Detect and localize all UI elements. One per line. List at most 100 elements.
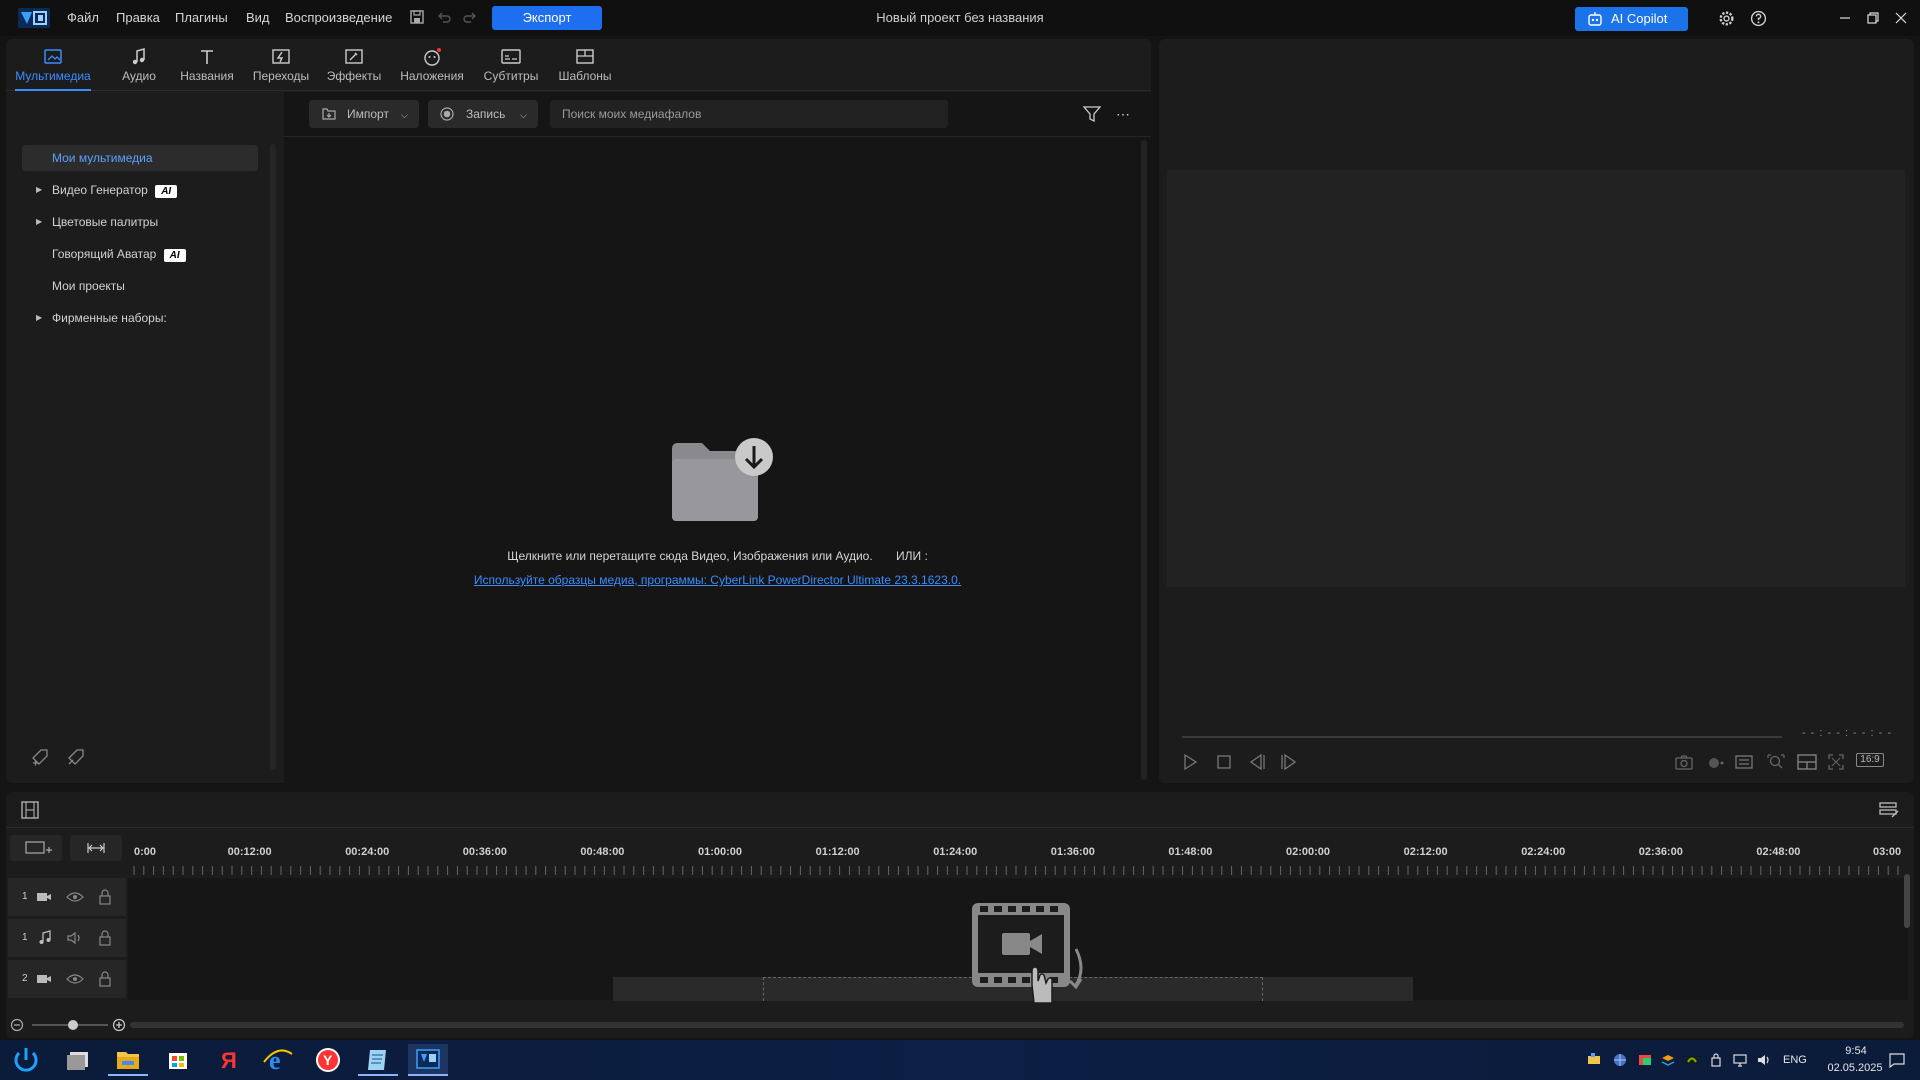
- media-library-area[interactable]: Импорт ⌵ Запись ⌵ Поиск моих медиафалов …: [284, 92, 1151, 783]
- expand-arrow-icon[interactable]: ▶: [36, 209, 42, 235]
- close-icon[interactable]: [1894, 11, 1908, 25]
- sidebar-item-brand-kits[interactable]: ▶ Фирменные наборы:: [22, 305, 258, 331]
- video-camera-icon: [36, 972, 52, 986]
- notepad-icon[interactable]: [358, 1044, 398, 1076]
- input-language[interactable]: ENG: [1783, 1054, 1807, 1066]
- sidebar-item-label: Цветовые палитры: [52, 215, 159, 229]
- sidebar-item-talking-avatar[interactable]: Говорящий Аватар AI: [22, 241, 258, 267]
- filter-icon[interactable]: [1082, 105, 1102, 123]
- lock-icon[interactable]: [98, 930, 112, 946]
- ruler-time-label: 01:00:00: [698, 846, 743, 858]
- menu-file[interactable]: Файл: [67, 10, 99, 25]
- sidebar-item-my-projects[interactable]: Мои проекты: [22, 273, 258, 299]
- tray-nvidia-icon[interactable]: [1684, 1052, 1700, 1068]
- tray-security-icon[interactable]: [1708, 1052, 1724, 1068]
- restore-icon[interactable]: [1866, 11, 1880, 25]
- store-icon[interactable]: [158, 1044, 198, 1076]
- menu-playback[interactable]: Воспроизведение: [285, 10, 392, 25]
- eye-visibility-icon[interactable]: [66, 972, 84, 986]
- tray-stack-icon[interactable]: [1660, 1052, 1676, 1068]
- lock-icon[interactable]: [98, 889, 112, 905]
- menu-plugins[interactable]: Плагины: [175, 10, 228, 25]
- tab-titles[interactable]: Названия: [167, 45, 247, 89]
- next-frame-icon[interactable]: [1279, 753, 1299, 771]
- layout-split-icon[interactable]: [1796, 753, 1818, 771]
- record-button[interactable]: Запись ⌵: [428, 100, 538, 128]
- tab-overlays[interactable]: Наложения: [392, 45, 472, 89]
- tab-multimedia[interactable]: Мультимедиа: [11, 45, 95, 91]
- export-button[interactable]: Экспорт: [492, 6, 602, 30]
- expand-arrow-icon[interactable]: ▶: [36, 177, 42, 203]
- add-tag-icon[interactable]: [30, 747, 52, 767]
- track-header-video-1[interactable]: 1: [8, 878, 126, 916]
- tray-network-globe-icon[interactable]: [1612, 1052, 1628, 1068]
- tab-templates[interactable]: Шаблоны: [545, 45, 625, 89]
- tray-volume-icon[interactable]: [1756, 1052, 1772, 1068]
- ruler-time-label: 01:36:00: [1050, 846, 1095, 858]
- media-scrollbar[interactable]: [1141, 140, 1147, 780]
- speaker-icon[interactable]: [66, 931, 84, 945]
- sample-media-link[interactable]: Используйте образцы медиа, программы: Cy…: [284, 573, 1151, 587]
- import-button[interactable]: Импорт ⌵: [309, 100, 419, 128]
- zoom-slider-thumb[interactable]: [68, 1020, 78, 1030]
- settings-gear-icon[interactable]: [1718, 10, 1735, 27]
- timeline-ruler[interactable]: 0:00 00:12:00 00:24:00 00:36:00 00:48:00 01:0…: [128, 792, 1908, 876]
- play-icon[interactable]: [1181, 753, 1199, 771]
- notifications-icon[interactable]: [1888, 1052, 1906, 1068]
- lock-icon[interactable]: [98, 971, 112, 987]
- save-icon[interactable]: [409, 9, 425, 25]
- quality-settings-icon[interactable]: [1734, 753, 1754, 771]
- sidebar-item-video-generator[interactable]: ▶ Видео Генератор AI: [22, 177, 258, 203]
- timeline-vertical-scrollbar[interactable]: [1904, 874, 1910, 928]
- yandex-browser-icon[interactable]: Y: [308, 1044, 348, 1076]
- edit-tag-icon[interactable]: [66, 747, 88, 767]
- fit-timeline-button[interactable]: [70, 835, 122, 861]
- menu-edit[interactable]: Правка: [116, 10, 160, 25]
- stop-icon[interactable]: [1215, 753, 1233, 771]
- powerdirector-taskbar-icon[interactable]: [408, 1044, 448, 1076]
- tab-transitions[interactable]: Переходы: [241, 45, 321, 89]
- zoom-in-icon[interactable]: [112, 1018, 126, 1032]
- app-logo-icon: [18, 8, 50, 28]
- fullscreen-icon[interactable]: [1827, 753, 1845, 771]
- yandex-icon[interactable]: Я: [208, 1044, 248, 1076]
- zoom-out-icon[interactable]: [10, 1018, 24, 1032]
- ai-copilot-button[interactable]: AI Copilot: [1575, 7, 1688, 31]
- tab-effects[interactable]: Эффекты: [314, 45, 394, 89]
- redo-icon[interactable]: [462, 9, 478, 25]
- previous-frame-icon[interactable]: [1247, 753, 1267, 771]
- undo-icon[interactable]: [436, 9, 452, 25]
- tray-monitor-icon[interactable]: [1732, 1052, 1748, 1068]
- more-options-icon[interactable]: ⋯: [1116, 106, 1131, 123]
- clock-time[interactable]: 9:54: [1836, 1045, 1876, 1057]
- preview-screen[interactable]: [1167, 170, 1905, 587]
- sidebar-item-color-palettes[interactable]: ▶ Цветовые палитры: [22, 209, 258, 235]
- track-header-video-2[interactable]: 2: [8, 960, 126, 998]
- task-view-icon[interactable]: [58, 1044, 98, 1076]
- minimize-icon[interactable]: [1838, 11, 1852, 25]
- folder-download-icon[interactable]: [666, 435, 778, 525]
- add-track-button[interactable]: [10, 835, 62, 861]
- search-media-input[interactable]: Поиск моих медиафалов: [550, 100, 948, 128]
- zoom-fit-icon[interactable]: [1766, 753, 1786, 771]
- volume-knob-icon[interactable]: [1706, 753, 1726, 771]
- file-explorer-icon[interactable]: [108, 1044, 148, 1076]
- tab-subtitles[interactable]: Субтитры: [471, 45, 551, 89]
- track-header-audio-1[interactable]: 1: [8, 919, 126, 957]
- tray-speechbubble-icon[interactable]: [1586, 1052, 1602, 1068]
- clock-date[interactable]: 02.05.2025: [1818, 1062, 1892, 1074]
- snapshot-camera-icon[interactable]: [1674, 753, 1694, 771]
- timeline-storyboard-toggle-icon[interactable]: [20, 800, 40, 820]
- eye-visibility-icon[interactable]: [66, 890, 84, 904]
- tray-app-icon[interactable]: [1637, 1052, 1653, 1068]
- timeline-horizontal-scrollbar[interactable]: [130, 1022, 1904, 1028]
- playback-progress-bar[interactable]: [1182, 736, 1782, 738]
- help-icon[interactable]: [1750, 10, 1767, 27]
- expand-arrow-icon[interactable]: ▶: [36, 305, 42, 331]
- sidebar-scrollbar[interactable]: [270, 144, 276, 770]
- menu-view[interactable]: Вид: [246, 10, 270, 25]
- start-power-icon[interactable]: [6, 1044, 46, 1076]
- internet-explorer-icon[interactable]: e: [258, 1044, 298, 1076]
- aspect-ratio-button[interactable]: 16:9: [1856, 753, 1884, 767]
- sidebar-item-my-media[interactable]: Мои мультимедиа: [22, 145, 258, 171]
